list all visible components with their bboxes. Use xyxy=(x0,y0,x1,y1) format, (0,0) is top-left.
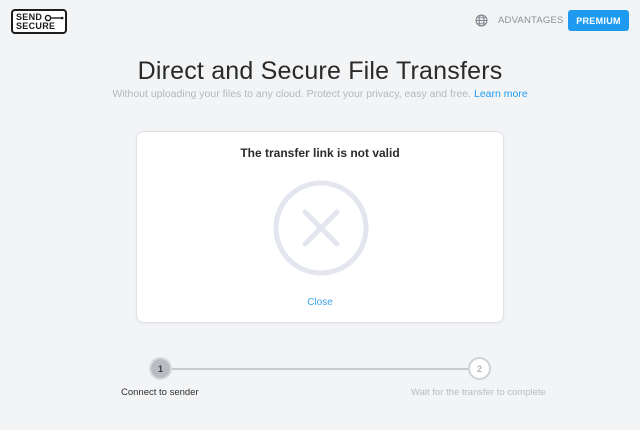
step-2-label: Wait for the transfer to complete xyxy=(411,387,546,398)
step-2-number: 2 xyxy=(476,363,482,374)
error-x-circle-icon xyxy=(272,179,370,277)
send-secure-logo[interactable]: SEND SECURE xyxy=(11,9,67,34)
step-2-indicator: 2 xyxy=(468,357,491,380)
nav-advantages-link[interactable]: ADVANTAGES xyxy=(498,15,564,26)
subtitle-text: Without uploading your files to any clou… xyxy=(112,88,472,100)
close-link[interactable]: Close xyxy=(137,297,503,308)
premium-button[interactable]: PREMIUM xyxy=(568,10,629,31)
error-message: The transfer link is not valid xyxy=(240,146,400,160)
step-1-label: Connect to sender xyxy=(121,387,199,398)
step-1-number: 1 xyxy=(157,363,163,374)
learn-more-link[interactable]: Learn more xyxy=(474,88,528,100)
logo-text-secure: SECURE xyxy=(16,21,56,31)
transfer-status-card: The transfer link is not valid Close xyxy=(136,131,504,323)
stepper-track xyxy=(167,368,470,370)
page-title: Direct and Secure File Transfers xyxy=(137,57,503,85)
page: SEND SECURE ADVANTAGES PREMIUM Direct an… xyxy=(0,0,640,430)
globe-icon[interactable] xyxy=(475,14,488,27)
step-1-indicator: 1 xyxy=(149,357,172,380)
page-subtitle: Without uploading your files to any clou… xyxy=(0,88,640,100)
